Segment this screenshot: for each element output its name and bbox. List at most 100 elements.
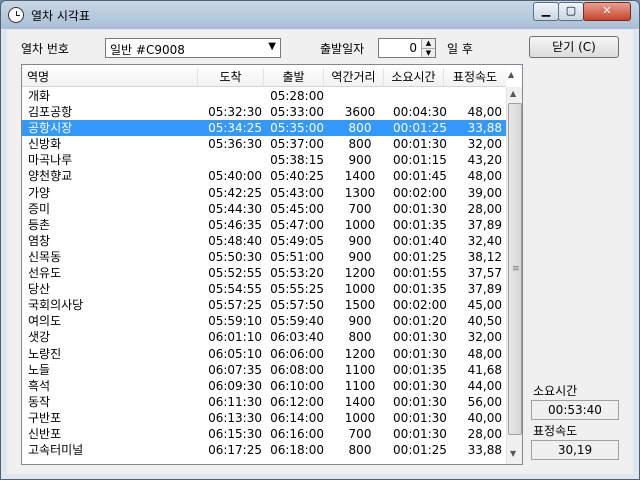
cell-arrive: 05:42:25	[208, 185, 262, 200]
table-row[interactable]: 신방화 05:36:30 05:37:00 800 00:01:30 32,00	[22, 136, 506, 152]
table-row[interactable]: 샛강 06:01:10 06:03:40 800 00:01:30 32,00	[22, 329, 506, 345]
table-row[interactable]: 국회의사당 05:57:25 05:57:50 1500 00:02:00 45,00	[22, 297, 506, 313]
cell-name: 고속터미널	[28, 443, 84, 458]
table-row[interactable]: 신목동 05:50:30 05:51:00 900 00:01:25 38,12	[22, 249, 506, 265]
cell-dist: 900	[348, 153, 372, 168]
cell-arrive: 05:36:30	[208, 137, 262, 152]
col-header-duration[interactable]: 소요시간	[384, 68, 444, 86]
total-duration-value: 00:53:40	[531, 400, 619, 420]
cell-name: 노량진	[28, 346, 62, 361]
cell-name: 선유도	[28, 266, 62, 281]
table-row[interactable]: 공항시장 05:34:25 05:35:00 800 00:01:25 33,88	[22, 120, 506, 137]
title-bar[interactable]: 열차 시각표 ▁ ▢ ✕	[1, 1, 639, 29]
sort-arrow-icon: ▲	[508, 70, 515, 79]
scroll-down-icon[interactable]: ▼	[510, 449, 516, 458]
list-header: 역명 도착 출발 역간거리 소요시간 표정속도	[22, 65, 506, 87]
cell-depart: 05:37:00	[270, 137, 324, 152]
cell-speed: 48,00	[467, 105, 502, 120]
table-row[interactable]: 증미 05:44:30 05:45:00 700 00:01:30 28,00	[22, 201, 506, 217]
cell-speed: 39,00	[467, 185, 502, 200]
cell-depart: 06:03:40	[270, 330, 324, 345]
table-row[interactable]: 염창 05:48:40 05:49:05 900 00:01:40 32,40	[22, 233, 506, 249]
chevron-down-icon[interactable]: ▼	[268, 41, 276, 52]
window-title: 열차 시각표	[31, 9, 91, 23]
timetable-window: 열차 시각표 ▁ ▢ ✕ 열차 번호 일반 #C9008 ▼ 출발일자 0 ▲ …	[0, 0, 640, 480]
cell-name: 신목동	[28, 249, 62, 264]
col-header-speed[interactable]: 표정속도	[444, 68, 506, 86]
cell-dist: 900	[348, 233, 372, 248]
table-row[interactable]: 동작 06:11:30 06:12:00 1400 00:01:30 56,00	[22, 394, 506, 410]
close-window-button[interactable]: ✕	[583, 2, 631, 21]
col-header-station[interactable]: 역명	[22, 68, 198, 86]
table-row[interactable]: 구반포 06:13:30 06:14:00 1000 00:01:30 40,00	[22, 410, 506, 426]
cell-name: 김포공항	[28, 105, 73, 120]
minimize-button[interactable]: ▁	[533, 2, 559, 21]
cell-arrive: 05:48:40	[208, 233, 262, 248]
cell-depart: 05:51:00	[270, 249, 324, 264]
table-row[interactable]: 마곡나루 05:38:15 900 00:01:15 43,20	[22, 152, 506, 168]
cell-name: 여의도	[28, 314, 62, 329]
cell-dist: 1200	[344, 266, 376, 281]
cell-dist: 1000	[344, 282, 376, 297]
table-row[interactable]: 흑석 06:09:30 06:10:00 1100 00:01:30 44,00	[22, 378, 506, 394]
train-number-label: 열차 번호	[21, 42, 69, 56]
cell-arrive: 06:11:30	[208, 394, 262, 409]
cell-depart: 06:18:00	[270, 443, 324, 458]
table-row[interactable]: 선유도 05:52:55 05:53:20 1200 00:01:55 37,57	[22, 265, 506, 281]
scroll-thumb[interactable]: ≡	[508, 103, 522, 435]
cell-dist: 1000	[344, 217, 376, 232]
cell-depart: 05:38:15	[270, 153, 324, 168]
table-row[interactable]: 고속터미널 06:17:25 06:18:00 800 00:01:25 33,88	[22, 442, 506, 458]
cell-depart: 05:47:00	[270, 217, 324, 232]
cell-arrive: 05:32:30	[208, 105, 262, 120]
cell-arrive: 06:01:10	[208, 330, 262, 345]
cell-dist: 800	[348, 137, 372, 152]
grip-icon: ≡	[512, 264, 520, 274]
cell-arrive: 06:07:35	[208, 362, 262, 377]
cell-arrive: 05:52:55	[208, 266, 262, 281]
cell-arrive: 05:59:10	[208, 314, 262, 329]
cell-speed: 56,00	[467, 394, 502, 409]
train-number-value: 일반 #C9008	[110, 43, 185, 57]
close-button[interactable]: 닫기 (C)	[529, 36, 619, 58]
col-header-distance[interactable]: 역간거리	[324, 68, 384, 86]
table-row[interactable]: 양천향교 05:40:00 05:40:25 1400 00:01:45 48,00	[22, 168, 506, 184]
cell-depart: 05:40:25	[270, 169, 324, 184]
table-row[interactable]: 신반포 06:15:30 06:16:00 700 00:01:30 28,00	[22, 426, 506, 442]
table-row[interactable]: 당산 05:54:55 05:55:25 1000 00:01:35 37,89	[22, 281, 506, 297]
table-row[interactable]: 노량진 06:05:10 06:06:00 1200 00:01:30 48,00	[22, 346, 506, 362]
spin-down-icon[interactable]: ▼	[421, 48, 435, 57]
list-rows: 개화 05:28:00 김포공항 05:32:30 05:33:00 3600 00:04:…	[22, 88, 506, 458]
date-offset-spinner[interactable]: 0 ▲ ▼	[378, 38, 436, 58]
cell-dist: 700	[348, 201, 372, 216]
scroll-up-icon[interactable]: ▲	[510, 89, 516, 98]
cell-depart: 06:08:00	[270, 362, 324, 377]
col-header-depart[interactable]: 출발	[264, 68, 324, 86]
col-header-arrive[interactable]: 도착	[198, 68, 264, 86]
cell-speed: 41,68	[467, 362, 502, 377]
cell-depart: 06:12:00	[270, 394, 324, 409]
cell-speed: 38,12	[467, 249, 502, 264]
spin-up-icon[interactable]: ▲	[421, 39, 435, 48]
cell-dist: 900	[348, 314, 372, 329]
timetable-list[interactable]: 역명 도착 출발 역간거리 소요시간 표정속도 ▲ 개화 05:28:00 김포공항…	[21, 64, 523, 465]
table-row[interactable]: 김포공항 05:32:30 05:33:00 3600 00:04:30 48,00	[22, 104, 506, 120]
cell-name: 마곡나루	[28, 153, 73, 168]
table-row[interactable]: 노들 06:07:35 06:08:00 1100 00:01:35 41,68	[22, 362, 506, 378]
table-row[interactable]: 개화 05:28:00	[22, 88, 506, 104]
table-row[interactable]: 등촌 05:46:35 05:47:00 1000 00:01:35 37,89	[22, 217, 506, 233]
cell-arrive: 06:09:30	[208, 378, 262, 393]
vertical-scrollbar[interactable]: ▲ ≡ ▼	[506, 87, 522, 464]
cell-dist: 3600	[344, 105, 376, 120]
cell-depart: 05:45:00	[270, 201, 324, 216]
cell-speed: 32,00	[467, 330, 502, 345]
cell-depart: 06:10:00	[270, 378, 324, 393]
cell-speed: 43,20	[467, 153, 502, 168]
cell-name: 동작	[28, 394, 51, 409]
cell-depart: 05:33:00	[270, 105, 324, 120]
table-row[interactable]: 가양 05:42:25 05:43:00 1300 00:02:00 39,00	[22, 185, 506, 201]
table-row[interactable]: 여의도 05:59:10 05:59:40 900 00:01:20 40,50	[22, 313, 506, 329]
train-number-combo[interactable]: 일반 #C9008 ▼	[105, 38, 281, 58]
cell-arrive: 06:17:25	[208, 443, 262, 458]
maximize-button[interactable]: ▢	[558, 2, 584, 21]
